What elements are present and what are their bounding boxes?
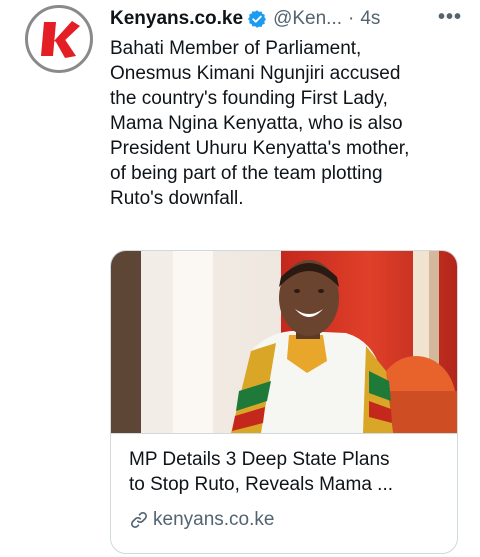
tweet-header: Kenyans.co.ke @Ken... · 4s •••: [110, 6, 462, 31]
card-domain-text: kenyans.co.ke: [153, 509, 275, 530]
account-name[interactable]: Kenyans.co.ke: [110, 8, 243, 30]
card-title-line-2: to Stop Ruto, Reveals Mama ...: [129, 474, 394, 495]
account-handle[interactable]: @Ken...: [273, 8, 342, 30]
card-image: [111, 251, 457, 434]
card-title-line-1: MP Details 3 Deep State Plans: [129, 449, 390, 470]
kenyans-logo-icon: [29, 9, 89, 69]
card-title[interactable]: MP Details 3 Deep State Plans to Stop Ru…: [129, 447, 449, 497]
verified-badge-icon: [248, 10, 267, 28]
link-icon: [130, 511, 148, 529]
card-domain[interactable]: kenyans.co.ke: [129, 509, 274, 531]
tweet-timestamp[interactable]: 4s: [360, 8, 380, 30]
link-preview-card[interactable]: MP Details 3 Deep State Plans to Stop Ru…: [110, 250, 458, 554]
tweet-text: Bahati Member of Parliament, Onesmus Kim…: [110, 38, 410, 209]
avatar[interactable]: [25, 5, 93, 73]
separator-dot: ·: [348, 8, 355, 29]
more-options-icon[interactable]: •••: [438, 6, 462, 29]
